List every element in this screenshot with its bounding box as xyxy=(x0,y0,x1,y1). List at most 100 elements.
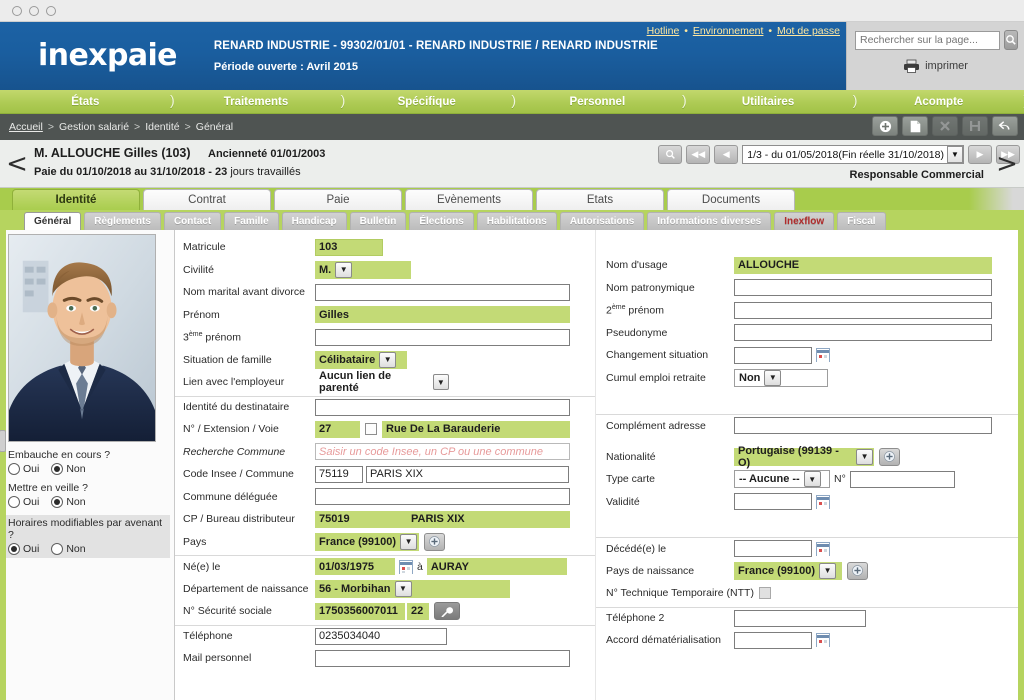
search-button[interactable] xyxy=(1004,30,1018,50)
calendar-icon[interactable] xyxy=(399,559,413,574)
subtab-elections[interactable]: Élections xyxy=(409,212,474,230)
period-prev-button[interactable]: ◀ xyxy=(714,145,739,164)
breadcrumb-item-identite[interactable]: Identité xyxy=(145,121,179,133)
civilite-select[interactable]: M. ▼ xyxy=(315,260,411,279)
period-select[interactable]: 1/3 - du 01/05/2018(Fin réelle 31/10/201… xyxy=(742,145,964,164)
cumul-select[interactable]: Non ▼ xyxy=(734,368,828,387)
decede-input[interactable] xyxy=(734,540,812,558)
breadcrumb-item-gestion-salarie[interactable]: Gestion salarié xyxy=(59,121,129,133)
window-maximize-dot[interactable] xyxy=(46,5,56,16)
period-first-button[interactable]: ◀◀ xyxy=(686,145,711,164)
subtab-handicap[interactable]: Handicap xyxy=(281,212,347,230)
secu-number-input[interactable]: 1750356007011 xyxy=(315,602,405,620)
complement-input[interactable] xyxy=(734,417,992,435)
pays-naissance-add-button[interactable] xyxy=(847,561,868,580)
previous-employee-button[interactable]: < xyxy=(0,140,34,187)
duplicate-record-button[interactable] xyxy=(902,116,928,136)
delete-record-button[interactable] xyxy=(932,116,958,136)
print-button[interactable]: imprimer xyxy=(847,59,1024,73)
window-controls[interactable] xyxy=(12,5,56,16)
search-input[interactable] xyxy=(855,30,1000,50)
recherche-commune-input[interactable]: Saisir un code Insee, un CP ou une commu… xyxy=(315,443,570,461)
nom-marital-input[interactable] xyxy=(315,283,570,301)
subtab-inexflow[interactable]: Inexflow xyxy=(774,212,835,230)
cp-input[interactable]: 75019 xyxy=(315,510,407,528)
matricule-value[interactable]: 103 xyxy=(315,238,383,256)
type-carte-select[interactable]: -- Aucune -- ▼ xyxy=(734,470,830,489)
undo-button[interactable] xyxy=(992,116,1018,136)
next-employee-button[interactable]: > xyxy=(992,140,1022,187)
radio-horaires-non[interactable]: Non xyxy=(51,543,86,555)
tab-identite[interactable]: Identité xyxy=(12,189,140,210)
calendar-icon[interactable] xyxy=(816,494,830,509)
commune-input[interactable]: PARIS XIX xyxy=(366,465,569,483)
naissance-date-input[interactable]: 01/03/1975 xyxy=(315,558,395,576)
nav-item-acompte[interactable]: Acompte xyxy=(853,90,1024,113)
hotline-link[interactable]: Hotline xyxy=(647,25,680,37)
voie-name-input[interactable]: Rue De La Barauderie xyxy=(382,420,570,438)
tab-etats[interactable]: Etats xyxy=(536,189,664,210)
radio-horaires-oui[interactable]: Oui xyxy=(8,543,39,555)
subtab-autorisations[interactable]: Autorisations xyxy=(559,212,645,230)
telephone-input[interactable]: 0235034040 xyxy=(315,627,447,645)
subtab-reglements[interactable]: Règlements xyxy=(84,212,161,230)
departement-select[interactable]: 56 - Morbihan ▼ xyxy=(315,579,510,598)
tab-contrat[interactable]: Contrat xyxy=(143,189,271,210)
breadcrumb-item-general[interactable]: Général xyxy=(196,121,233,133)
nationalite-select[interactable]: Portugaise (99139 - O) ▼ xyxy=(734,445,874,469)
pays-add-button[interactable] xyxy=(424,532,445,551)
commune-deleguee-input[interactable] xyxy=(315,488,570,506)
vertical-scrollbar-handle[interactable] xyxy=(0,430,6,452)
subtab-fiscal[interactable]: Fiscal xyxy=(837,212,886,230)
subtab-contact[interactable]: Contact xyxy=(163,212,222,230)
nom-patronymique-input[interactable] xyxy=(734,279,992,297)
tab-evenements[interactable]: Evènements xyxy=(405,189,533,210)
lien-select[interactable]: Aucun lien de parenté ▼ xyxy=(315,370,450,394)
nav-item-traitements[interactable]: Traitements xyxy=(171,90,345,113)
calendar-icon[interactable] xyxy=(816,541,830,556)
radio-veille-oui[interactable]: Oui xyxy=(8,496,39,508)
changement-input[interactable] xyxy=(734,346,812,364)
prenom3-input[interactable] xyxy=(315,328,570,346)
window-close-dot[interactable] xyxy=(12,5,22,16)
type-carte-num-input[interactable] xyxy=(849,470,955,488)
pseudonyme-input[interactable] xyxy=(734,324,992,342)
prenom-input[interactable]: Gilles xyxy=(315,306,570,324)
window-minimize-dot[interactable] xyxy=(29,5,39,16)
save-record-button[interactable] xyxy=(962,116,988,136)
period-search-button[interactable] xyxy=(658,145,683,164)
radio-embauche-oui[interactable]: Oui xyxy=(8,463,39,475)
environnement-link[interactable]: Environnement xyxy=(693,25,764,37)
code-insee-input[interactable]: 75119 xyxy=(315,465,363,483)
nav-item-etats[interactable]: États xyxy=(0,90,174,113)
subtab-general[interactable]: Général xyxy=(24,212,82,230)
pays-select[interactable]: France (99100) ▼ xyxy=(315,532,419,551)
nav-item-utilitaires[interactable]: Utilitaires xyxy=(683,90,857,113)
pays-naissance-select[interactable]: France (99100) ▼ xyxy=(734,561,842,580)
tab-paie[interactable]: Paie xyxy=(274,189,402,210)
destinataire-input[interactable] xyxy=(315,398,570,416)
bureau-distributeur-input[interactable]: PARIS XIX xyxy=(407,510,570,528)
secu-key-input[interactable]: 22 xyxy=(407,602,429,620)
naissance-ville-input[interactable]: AURAY xyxy=(426,558,567,576)
subtab-bulletin[interactable]: Bulletin xyxy=(349,212,407,230)
secu-verify-button[interactable] xyxy=(434,602,460,621)
validite-input[interactable] xyxy=(734,493,812,511)
nom-usage-input[interactable]: ALLOUCHE xyxy=(734,256,992,274)
accord-input[interactable] xyxy=(734,631,812,649)
nav-item-personnel[interactable]: Personnel xyxy=(512,90,687,113)
breadcrumb-item-accueil[interactable]: Accueil xyxy=(9,121,43,133)
add-record-button[interactable] xyxy=(872,116,898,136)
mail-input[interactable] xyxy=(315,649,570,667)
subtab-informations-diverses[interactable]: Informations diverses xyxy=(647,212,772,230)
prenom2-input[interactable] xyxy=(734,301,992,319)
voie-number-input[interactable]: 27 xyxy=(315,420,360,438)
ntt-checkbox[interactable] xyxy=(758,587,771,600)
voie-extension-checkbox[interactable] xyxy=(365,423,377,436)
radio-veille-non[interactable]: Non xyxy=(51,496,86,508)
nationalite-add-button[interactable] xyxy=(879,447,900,466)
subtab-habilitations[interactable]: Habilitations xyxy=(476,212,557,230)
subtab-famille[interactable]: Famille xyxy=(224,212,279,230)
situation-select[interactable]: Célibataire ▼ xyxy=(315,350,407,369)
tab-documents[interactable]: Documents xyxy=(667,189,795,210)
